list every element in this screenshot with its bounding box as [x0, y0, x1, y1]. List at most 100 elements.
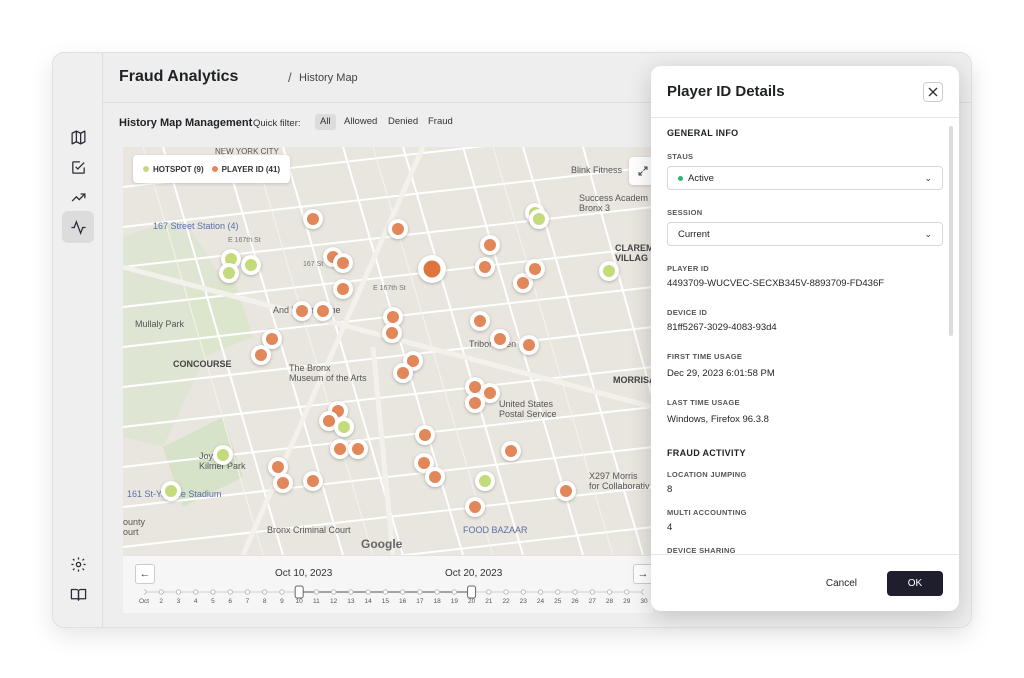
panel-scrollbar[interactable] [949, 126, 953, 336]
sidebar-item-map[interactable] [62, 121, 94, 153]
ok-button[interactable]: OK [887, 571, 943, 596]
timeline-day-tick[interactable] [261, 589, 268, 595]
player-marker[interactable] [292, 301, 312, 321]
player-marker[interactable] [330, 439, 350, 459]
timeline-day-tick[interactable] [348, 589, 354, 595]
timeline-day-tick[interactable] [503, 589, 509, 595]
range-handle[interactable] [467, 585, 477, 599]
player-marker[interactable] [501, 441, 521, 461]
filter-denied[interactable]: Denied [383, 114, 423, 130]
map-legend: HOTSPOT (9) PLAYER ID (41) [133, 155, 291, 183]
player-marker[interactable] [490, 329, 510, 349]
timeline-day-tick[interactable] [520, 589, 527, 595]
chevron-down-icon: ⌄ [924, 173, 932, 183]
timeline-day-tick[interactable] [555, 589, 561, 595]
player-marker[interactable] [465, 393, 485, 413]
sidebar-item-settings[interactable] [62, 548, 94, 580]
player-marker[interactable] [525, 259, 545, 279]
filter-all[interactable]: All [315, 114, 336, 130]
history-map[interactable]: HOTSPOT (9) PLAYER ID (41) NEW YORK CITY… [123, 147, 653, 555]
panel-body[interactable]: GENERAL INFO STAUS Active ⌄ SESSION Curr… [651, 118, 959, 554]
timeline-day-tick[interactable] [624, 589, 630, 595]
timeline-day-tick[interactable] [641, 589, 644, 595]
timeline-next-button[interactable]: → [633, 564, 653, 584]
hotspot-marker[interactable] [161, 481, 181, 501]
player-marker[interactable] [303, 471, 323, 491]
timeline-day-tick[interactable] [313, 589, 320, 595]
player-marker[interactable] [333, 253, 353, 273]
timeline-day-tick[interactable] [244, 589, 251, 595]
timeline-day-tick[interactable] [365, 589, 371, 595]
timeline-day-tick[interactable] [399, 589, 406, 595]
timeline-day-label: 6 [228, 598, 233, 605]
player-marker[interactable] [425, 467, 445, 487]
hotspot-marker[interactable] [599, 261, 619, 281]
first-usage-value: Dec 29, 2023 6:01:58 PM [667, 368, 775, 379]
status-select[interactable]: Active ⌄ [667, 166, 943, 190]
sidebar-item-trends[interactable] [62, 181, 94, 213]
player-marker[interactable] [470, 311, 490, 331]
timeline-prev-button[interactable]: ← [135, 564, 155, 584]
player-marker[interactable] [519, 335, 539, 355]
map-label-nyc: NEW YORK CITY [215, 147, 279, 156]
player-marker[interactable] [415, 425, 435, 445]
timeline-day-tick[interactable] [589, 589, 595, 595]
trending-up-icon [71, 192, 86, 201]
breadcrumb-separator: / [288, 70, 292, 85]
filter-fraud[interactable]: Fraud [423, 114, 458, 130]
cancel-button[interactable]: Cancel [816, 571, 867, 596]
player-marker[interactable] [388, 219, 408, 239]
map-label-claremont: CLAREMO VILLAG [615, 243, 653, 263]
timeline-day-tick[interactable] [175, 589, 182, 595]
player-marker-selected[interactable] [418, 255, 446, 283]
timeline-day-tick[interactable] [572, 589, 578, 595]
timeline-track[interactable] [144, 585, 644, 599]
timeline-day-tick[interactable] [210, 589, 216, 595]
timeline-day-tick[interactable] [537, 589, 544, 595]
breadcrumb[interactable]: History Map [299, 72, 358, 84]
timeline-day-tick[interactable] [330, 589, 337, 595]
hotspot-marker[interactable] [529, 209, 549, 229]
player-marker[interactable] [465, 497, 485, 517]
close-button[interactable] [923, 82, 943, 102]
timeline-day-tick[interactable] [279, 589, 285, 595]
timeline-day-tick[interactable] [486, 589, 492, 595]
filter-allowed[interactable]: Allowed [339, 114, 382, 130]
sidebar-item-activity[interactable] [62, 211, 94, 243]
fullscreen-button[interactable] [629, 157, 653, 185]
timeline-day-tick[interactable] [434, 589, 440, 595]
session-select[interactable]: Current ⌄ [667, 222, 943, 246]
timeline-day-tick[interactable] [417, 589, 423, 595]
timeline-day-tick[interactable] [144, 589, 147, 595]
player-marker[interactable] [333, 279, 353, 299]
timeline-day-tick[interactable] [227, 589, 233, 595]
player-marker[interactable] [313, 301, 333, 321]
timeline-day-tick[interactable] [158, 589, 164, 595]
map-label-x297: X297 Morris for Collaborativ [589, 471, 650, 491]
player-marker[interactable] [303, 209, 323, 229]
sidebar-item-docs[interactable] [62, 578, 94, 610]
hotspot-marker[interactable] [219, 263, 239, 283]
range-handle[interactable] [294, 585, 304, 599]
timeline-day-tick[interactable] [193, 589, 199, 595]
timeline-day-label: 8 [262, 598, 267, 605]
timeline-day-tick[interactable] [451, 589, 458, 595]
hotspot-marker[interactable] [213, 445, 233, 465]
player-marker[interactable] [273, 473, 293, 493]
sidebar-item-checklist[interactable] [62, 151, 94, 183]
player-marker[interactable] [393, 363, 413, 383]
hotspot-marker[interactable] [334, 417, 354, 437]
timeline-day-labels: Oct 2 3 4 5 6 7 8 9 10 11 12 13 14 15 16 17 18 19 20 21 22 23 2… [123, 598, 653, 608]
player-marker[interactable] [556, 481, 576, 501]
hotspot-marker[interactable] [241, 255, 261, 275]
player-marker[interactable] [348, 439, 368, 459]
player-marker[interactable] [480, 235, 500, 255]
timeline-day-tick[interactable] [382, 589, 389, 595]
hotspot-marker[interactable] [475, 471, 495, 491]
player-marker[interactable] [475, 257, 495, 277]
player-marker[interactable] [382, 323, 402, 343]
session-label: SESSION [667, 208, 703, 217]
player-marker[interactable] [251, 345, 271, 365]
timeline-day-label: 21 [485, 598, 493, 605]
timeline-day-tick[interactable] [606, 589, 613, 595]
